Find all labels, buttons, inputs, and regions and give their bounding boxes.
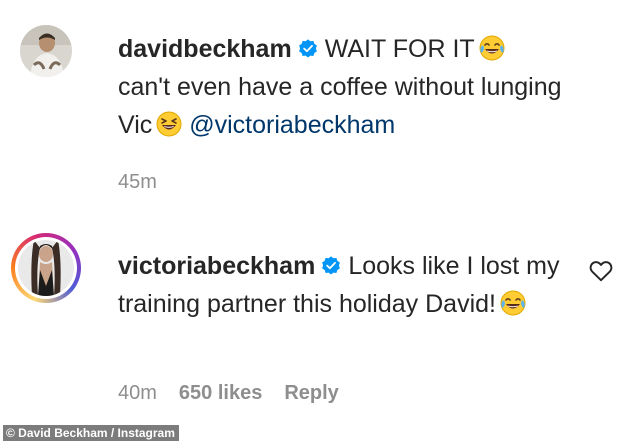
comment-victoriabeckham: victoriabeckham Looks like I lost my tra… [0, 205, 634, 423]
verified-badge-icon [322, 256, 341, 275]
comment-timestamp[interactable]: 45m [118, 171, 157, 193]
avatar [18, 240, 74, 296]
likes-count[interactable]: 650 likes [179, 382, 262, 404]
comment-davidbeckham: davidbeckham WAIT FOR IT can't even have… [0, 0, 634, 205]
heart-outline-icon[interactable] [588, 258, 614, 284]
avatar-story-ring[interactable] [11, 233, 81, 303]
caption-bar: © David Beckham / Instagram [0, 423, 634, 442]
comment-timestamp[interactable]: 40m [118, 382, 157, 404]
comment-text: davidbeckham WAIT FOR IT can't even have… [118, 30, 568, 144]
comment-text: victoriabeckham Looks like I lost my tra… [118, 247, 568, 323]
username[interactable]: davidbeckham [118, 35, 292, 63]
verified-badge-icon [298, 39, 317, 58]
comment-meta: 40m 650 likes Reply [118, 382, 361, 405]
username[interactable]: victoriabeckham [118, 252, 315, 280]
tears-of-joy-emoji-icon [479, 35, 505, 61]
squinting-laugh-emoji-icon [156, 111, 182, 137]
tears-of-joy-emoji-icon [500, 290, 526, 316]
reply-button[interactable]: Reply [284, 382, 338, 404]
comment-meta: 45m [118, 171, 179, 194]
image-credit: © David Beckham / Instagram [3, 425, 179, 441]
mention-link[interactable]: @victoriabeckham [189, 111, 395, 139]
comment-text-part1: WAIT FOR IT [324, 35, 475, 63]
avatar[interactable] [20, 25, 72, 77]
